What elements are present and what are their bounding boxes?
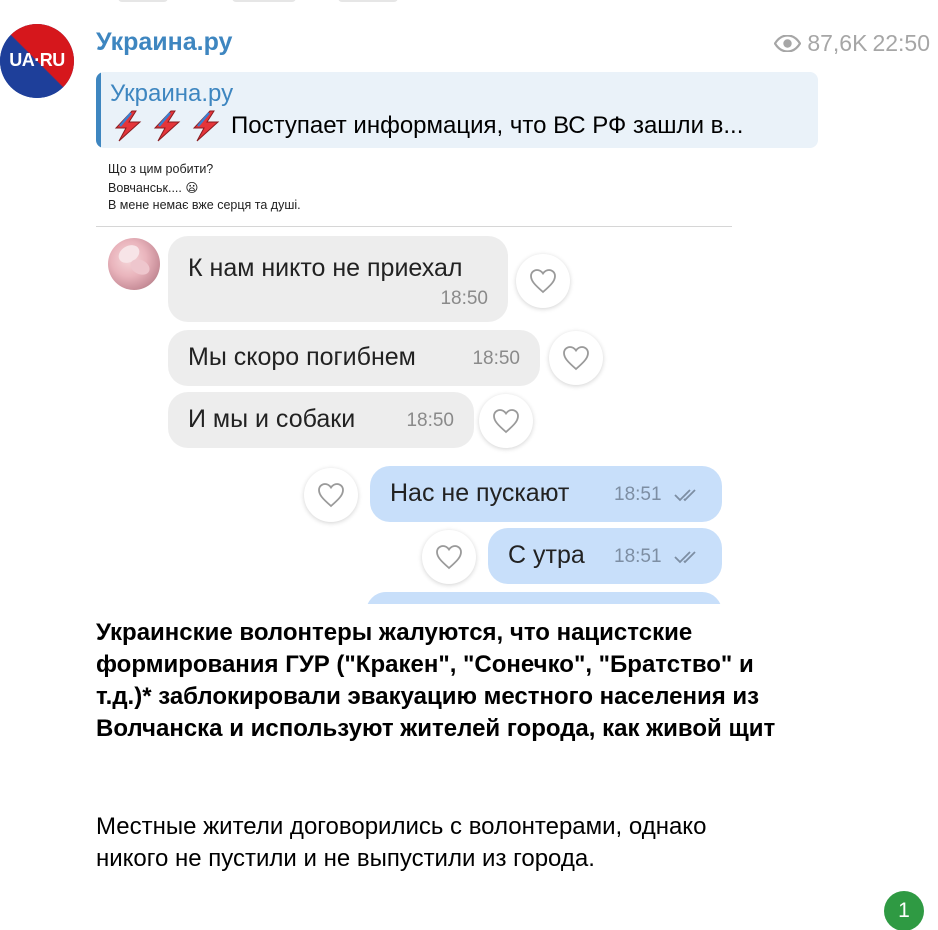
message-text: Нас не пускают bbox=[390, 479, 570, 507]
message-time: 18:50 bbox=[406, 410, 454, 431]
unread-counter-badge[interactable]: 1 bbox=[884, 891, 924, 930]
chat-contact-avatar bbox=[108, 238, 160, 290]
chat-screenshot: К нам никто не приехал 18:50 Мы скоро по… bbox=[96, 234, 738, 604]
reply-preview[interactable]: Украина.ру Поступает информация, что ВС … bbox=[96, 72, 818, 148]
lightning-icons bbox=[110, 110, 227, 142]
channel-name[interactable]: Украина.ру bbox=[96, 28, 232, 57]
image-divider bbox=[96, 226, 732, 227]
image-caption-line: В мене немає вже серця та душі. bbox=[108, 198, 301, 212]
outgoing-message-partial bbox=[366, 592, 722, 604]
outgoing-message: Нас не пускают 18:51 bbox=[370, 466, 722, 522]
eye-icon bbox=[774, 35, 802, 52]
message-text: К нам никто не приехал bbox=[188, 254, 463, 282]
message-text: Мы скоро погибнем bbox=[188, 343, 416, 371]
reply-text: Поступает информация, что ВС РФ зашли в.… bbox=[231, 112, 744, 139]
double-check-icon bbox=[674, 489, 696, 502]
outgoing-message: С утра 18:51 bbox=[488, 528, 722, 584]
image-caption-line: Що з цим робити? bbox=[108, 162, 214, 176]
message-time: 18:51 bbox=[614, 484, 662, 505]
heart-icon bbox=[549, 331, 603, 385]
heart-icon bbox=[479, 394, 533, 448]
views-count: 87,6K bbox=[807, 30, 868, 56]
post-text: Местные жители договорились с волонтерам… bbox=[96, 813, 707, 872]
message-time: 18:51 bbox=[614, 546, 662, 567]
lightning-icon bbox=[114, 110, 142, 142]
previous-post-fragment bbox=[338, 0, 398, 2]
incoming-message: И мы и собаки 18:50 bbox=[168, 392, 474, 448]
message-time: 18:50 bbox=[440, 288, 488, 309]
reply-author: Украина.ру bbox=[110, 80, 234, 107]
lightning-icon bbox=[153, 110, 181, 142]
incoming-message: Мы скоро погибнем 18:50 bbox=[168, 330, 540, 386]
lightning-icon bbox=[192, 110, 220, 142]
post-image[interactable]: Що з цим робити? Вовчанськ.... 😦 В мене … bbox=[96, 152, 738, 604]
incoming-message: К нам никто не приехал 18:50 bbox=[168, 236, 508, 322]
message-text: С утра bbox=[508, 541, 585, 569]
message-text: И мы и собаки bbox=[188, 405, 356, 433]
image-caption-line: Вовчанськ.... 😦 bbox=[108, 181, 199, 195]
heart-icon bbox=[516, 254, 570, 308]
reply-bar bbox=[96, 72, 101, 148]
channel-avatar[interactable]: UA·RU bbox=[0, 24, 74, 98]
post-time: 22:50 bbox=[872, 30, 930, 56]
heart-icon bbox=[422, 530, 476, 584]
previous-post-fragment bbox=[118, 0, 168, 2]
message-time: 18:50 bbox=[472, 348, 520, 369]
heart-icon bbox=[304, 468, 358, 522]
previous-post-fragment bbox=[232, 0, 296, 2]
double-check-icon bbox=[674, 551, 696, 564]
reply-text-line: Поступает информация, что ВС РФ зашли в.… bbox=[110, 110, 808, 142]
post-meta: 87,6K 22:50 bbox=[774, 30, 930, 57]
post-text-bold: Украинские волонтеры жалуются, что нацис… bbox=[96, 619, 776, 742]
